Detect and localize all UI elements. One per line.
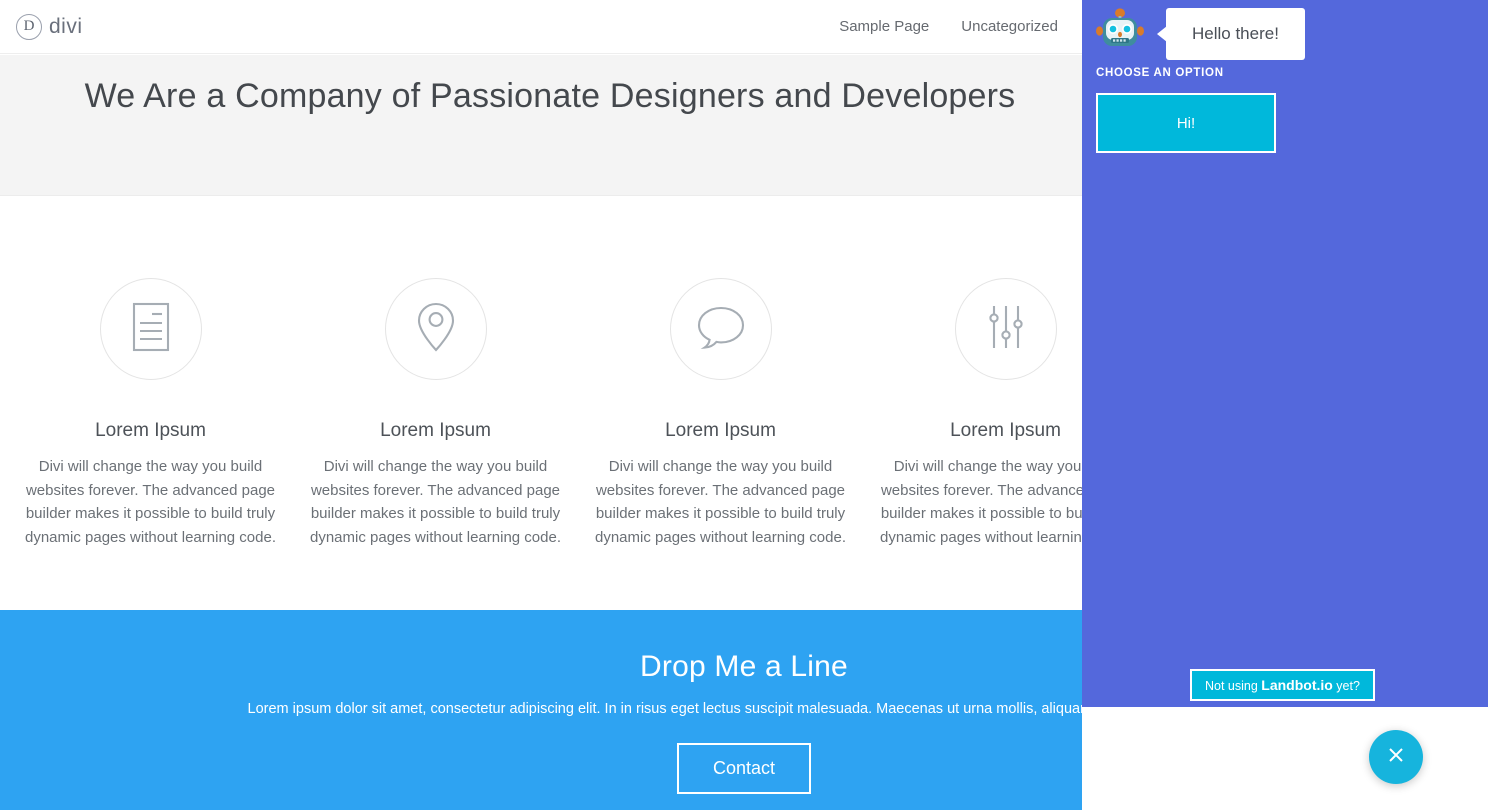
logo-mark-icon: D (16, 14, 42, 40)
feature-icon-circle (955, 278, 1057, 380)
feature-title: Lorem Ipsum (578, 420, 863, 442)
page-title: We Are a Company of Passionate Designers… (0, 77, 1100, 116)
feature-card: Lorem Ipsum Divi will change the way you… (578, 278, 863, 549)
brand-badge-name: Landbot.io (1261, 677, 1333, 693)
close-chat-button[interactable] (1369, 730, 1423, 784)
speech-bubble-icon (695, 302, 747, 357)
chat-widget-footer (1082, 707, 1488, 810)
brand-badge-prefix: Not using (1205, 679, 1261, 693)
robot-avatar-icon (1096, 5, 1144, 53)
chat-option-hi-button[interactable]: Hi! (1096, 93, 1276, 153)
choose-option-label: CHOOSE AN OPTION (1096, 67, 1224, 79)
feature-card-list: Lorem Ipsum Divi will change the way you… (8, 278, 1148, 549)
feature-body: Divi will change the way you build websi… (578, 455, 863, 549)
sliders-icon (984, 302, 1028, 357)
site-logo[interactable]: D divi (16, 14, 83, 40)
feature-icon-circle (385, 278, 487, 380)
contact-button[interactable]: Contact (677, 743, 811, 794)
feature-icon-circle (100, 278, 202, 380)
brand-badge-suffix: yet? (1333, 679, 1360, 693)
landbot-brand-badge[interactable]: Not using Landbot.io yet? (1190, 669, 1375, 701)
feature-title: Lorem Ipsum (293, 420, 578, 442)
bot-greeting-bubble: Hello there! (1166, 8, 1305, 60)
close-icon (1386, 745, 1406, 770)
page-root: D divi Sample Page Uncategorized We Are … (0, 0, 1488, 810)
map-pin-icon (415, 299, 457, 360)
nav-item-uncategorized[interactable]: Uncategorized (961, 18, 1058, 35)
nav-item-sample-page[interactable]: Sample Page (839, 18, 929, 35)
feature-card: Lorem Ipsum Divi will change the way you… (293, 278, 578, 549)
feature-body: Divi will change the way you build websi… (8, 455, 293, 549)
feature-icon-circle (670, 278, 772, 380)
chat-widget-panel: Hello there! CHOOSE AN OPTION Hi! Not us… (1082, 0, 1488, 707)
document-icon (128, 300, 174, 359)
feature-title: Lorem Ipsum (8, 420, 293, 442)
bot-message-row: Hello there! (1096, 5, 1305, 60)
feature-body: Divi will change the way you build websi… (293, 455, 578, 549)
feature-card: Lorem Ipsum Divi will change the way you… (8, 278, 293, 549)
logo-text: divi (49, 15, 83, 39)
